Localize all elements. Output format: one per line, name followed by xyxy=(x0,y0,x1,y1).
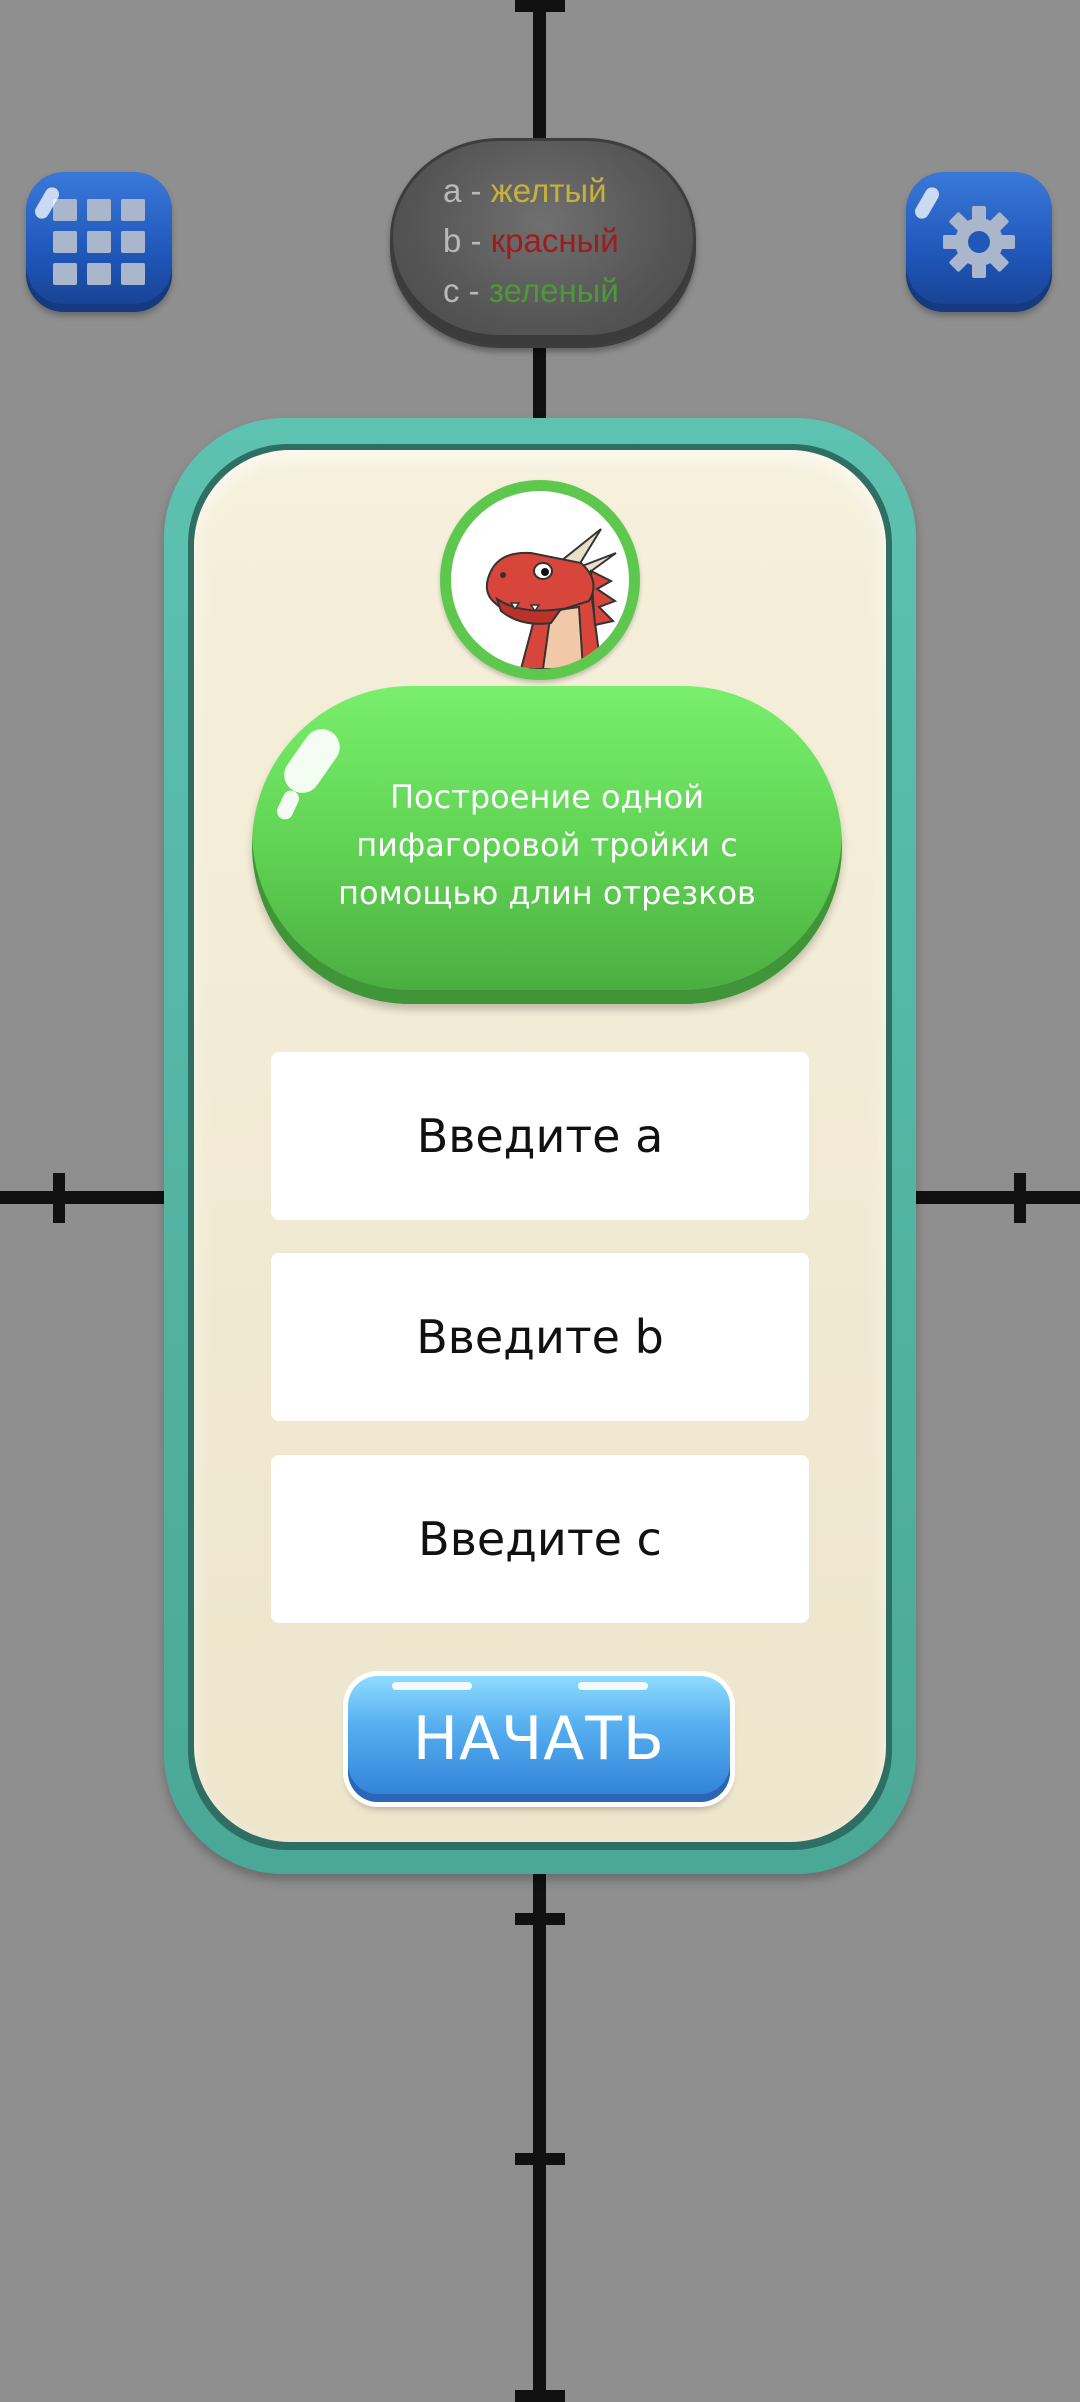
settings-button[interactable] xyxy=(906,172,1052,312)
legend-row-c: c - зеленый xyxy=(443,271,619,311)
legend-row-b: b - красный xyxy=(443,221,619,261)
axis-tick xyxy=(515,2153,565,2165)
button-glare xyxy=(578,1682,648,1690)
dragon-icon xyxy=(485,528,618,669)
input-a[interactable] xyxy=(271,1052,809,1220)
input-b[interactable] xyxy=(271,1253,809,1421)
legend-row-a: a - желтый xyxy=(443,171,607,211)
start-button-label: НАЧАТЬ xyxy=(412,1704,666,1774)
axis-tick xyxy=(515,2390,565,2402)
legend-value: желтый xyxy=(490,172,607,209)
axis-tick xyxy=(53,1173,65,1223)
color-legend: a - желтый b - красный c - зеленый xyxy=(390,138,696,348)
task-title-banner: Построение одной пифагоровой тройки с по… xyxy=(252,686,842,1004)
axis-tick xyxy=(515,0,565,12)
start-button[interactable]: НАЧАТЬ xyxy=(348,1676,730,1802)
legend-letter: a - xyxy=(443,172,491,209)
task-title: Построение одной пифагоровой тройки с по… xyxy=(338,778,756,912)
input-c[interactable] xyxy=(271,1455,809,1623)
legend-value: зеленый xyxy=(488,272,619,309)
dragon-avatar xyxy=(440,480,640,680)
legend-letter: b - xyxy=(443,222,491,259)
banner-shine xyxy=(274,788,302,822)
grid-icon xyxy=(53,199,145,285)
legend-letter: c - xyxy=(443,272,489,309)
button-shine xyxy=(912,184,942,222)
button-glare xyxy=(392,1682,472,1690)
gear-icon xyxy=(943,206,1015,278)
axis-tick xyxy=(515,1913,565,1925)
legend-value: красный xyxy=(490,222,619,259)
menu-button[interactable] xyxy=(26,172,172,312)
axis-tick xyxy=(1014,1173,1026,1223)
